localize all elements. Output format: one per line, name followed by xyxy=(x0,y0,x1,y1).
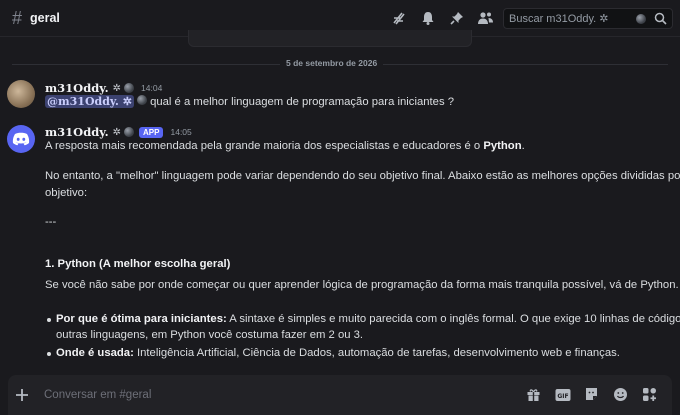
search-icon xyxy=(654,12,667,25)
plus-icon[interactable] xyxy=(12,385,32,405)
orb-icon xyxy=(636,13,646,24)
list-item: Por que é ótima para iniciantes: A sinta… xyxy=(56,313,680,325)
bullet-dot xyxy=(47,318,51,322)
threads-icon[interactable] xyxy=(390,9,407,26)
author-name[interactable]: m31Oddy. xyxy=(45,81,109,95)
header-toolbar xyxy=(390,9,494,26)
emoji-icon[interactable] xyxy=(612,386,629,403)
svg-text:GIF: GIF xyxy=(557,393,568,400)
timestamp: 14:04 xyxy=(141,83,163,93)
section-heading: 1. Python (A melhor escolha geral) xyxy=(45,258,230,270)
star-icon: ✲ xyxy=(112,82,122,94)
heading-text: 1. Python (A melhor escolha geral) xyxy=(45,258,231,270)
bullet-dot xyxy=(47,352,51,356)
hash-icon: # xyxy=(11,7,22,28)
members-icon[interactable] xyxy=(477,9,494,26)
list-item-text: A sintaxe é simples e muito parecida com… xyxy=(226,313,680,325)
app-badge: APP xyxy=(139,126,164,138)
date-divider-label: 5 de setembro de 2026 xyxy=(280,58,384,68)
bold-text: Python xyxy=(483,140,522,152)
list-item: Onde é usada: Inteligência Artificial, C… xyxy=(56,347,620,359)
search-placeholder: Buscar m31Oddy. ✲ xyxy=(509,13,609,25)
message-header: m31Oddy. ✲ APP 14:05 xyxy=(45,125,192,139)
horizontal-rule-text: --- xyxy=(45,216,57,228)
list-item-label: Por que é ótima para iniciantes: xyxy=(56,313,227,325)
channel-title: geral xyxy=(30,11,60,25)
bell-icon[interactable] xyxy=(419,9,436,26)
sticker-icon[interactable] xyxy=(583,386,600,403)
apps-icon[interactable] xyxy=(641,386,658,403)
discord-logo-icon xyxy=(12,132,30,146)
message-paragraph: A resposta mais recomendada pela grande … xyxy=(45,140,525,152)
message-composer: GIF xyxy=(8,375,672,415)
gif-icon[interactable]: GIF xyxy=(554,386,571,403)
message-input[interactable] xyxy=(44,385,484,405)
pin-icon[interactable] xyxy=(448,9,465,26)
previous-embed xyxy=(188,30,472,47)
list-item-text: Inteligência Artificial, Ciência de Dado… xyxy=(133,347,620,359)
list-item-label: Onde é usada: xyxy=(56,347,134,359)
message-header: m31Oddy. ✲ 14:04 xyxy=(45,81,162,95)
bot-avatar[interactable] xyxy=(7,125,35,153)
gift-icon[interactable] xyxy=(525,386,542,403)
orb-icon xyxy=(136,95,147,105)
message-paragraph: No entanto, a "melhor" linguagem pode va… xyxy=(45,170,680,182)
star-icon: ✲ xyxy=(112,126,122,138)
avatar[interactable] xyxy=(7,80,35,108)
author-name[interactable]: m31Oddy. xyxy=(45,125,109,139)
message-text: qual é a melhor linguagem de programação… xyxy=(150,96,455,108)
message-paragraph: objetivo: xyxy=(45,187,88,199)
orb-icon xyxy=(124,83,135,93)
paragraph-text: . xyxy=(521,140,525,152)
composer-toolbar: GIF xyxy=(525,386,658,403)
orb-icon xyxy=(124,127,135,137)
list-item-continuation: outras linguagens, em Python você costum… xyxy=(56,329,364,341)
user-mention[interactable]: @m31Oddy. ✲ xyxy=(45,95,134,108)
search-input[interactable]: Buscar m31Oddy. ✲ xyxy=(503,8,673,29)
message-content: @m31Oddy. ✲ qual é a melhor linguagem de… xyxy=(45,95,454,108)
message-paragraph: Se você não sabe por onde começar ou que… xyxy=(45,279,679,291)
paragraph-text: A resposta mais recomendada pela grande … xyxy=(45,140,484,152)
timestamp: 14:05 xyxy=(170,127,192,137)
